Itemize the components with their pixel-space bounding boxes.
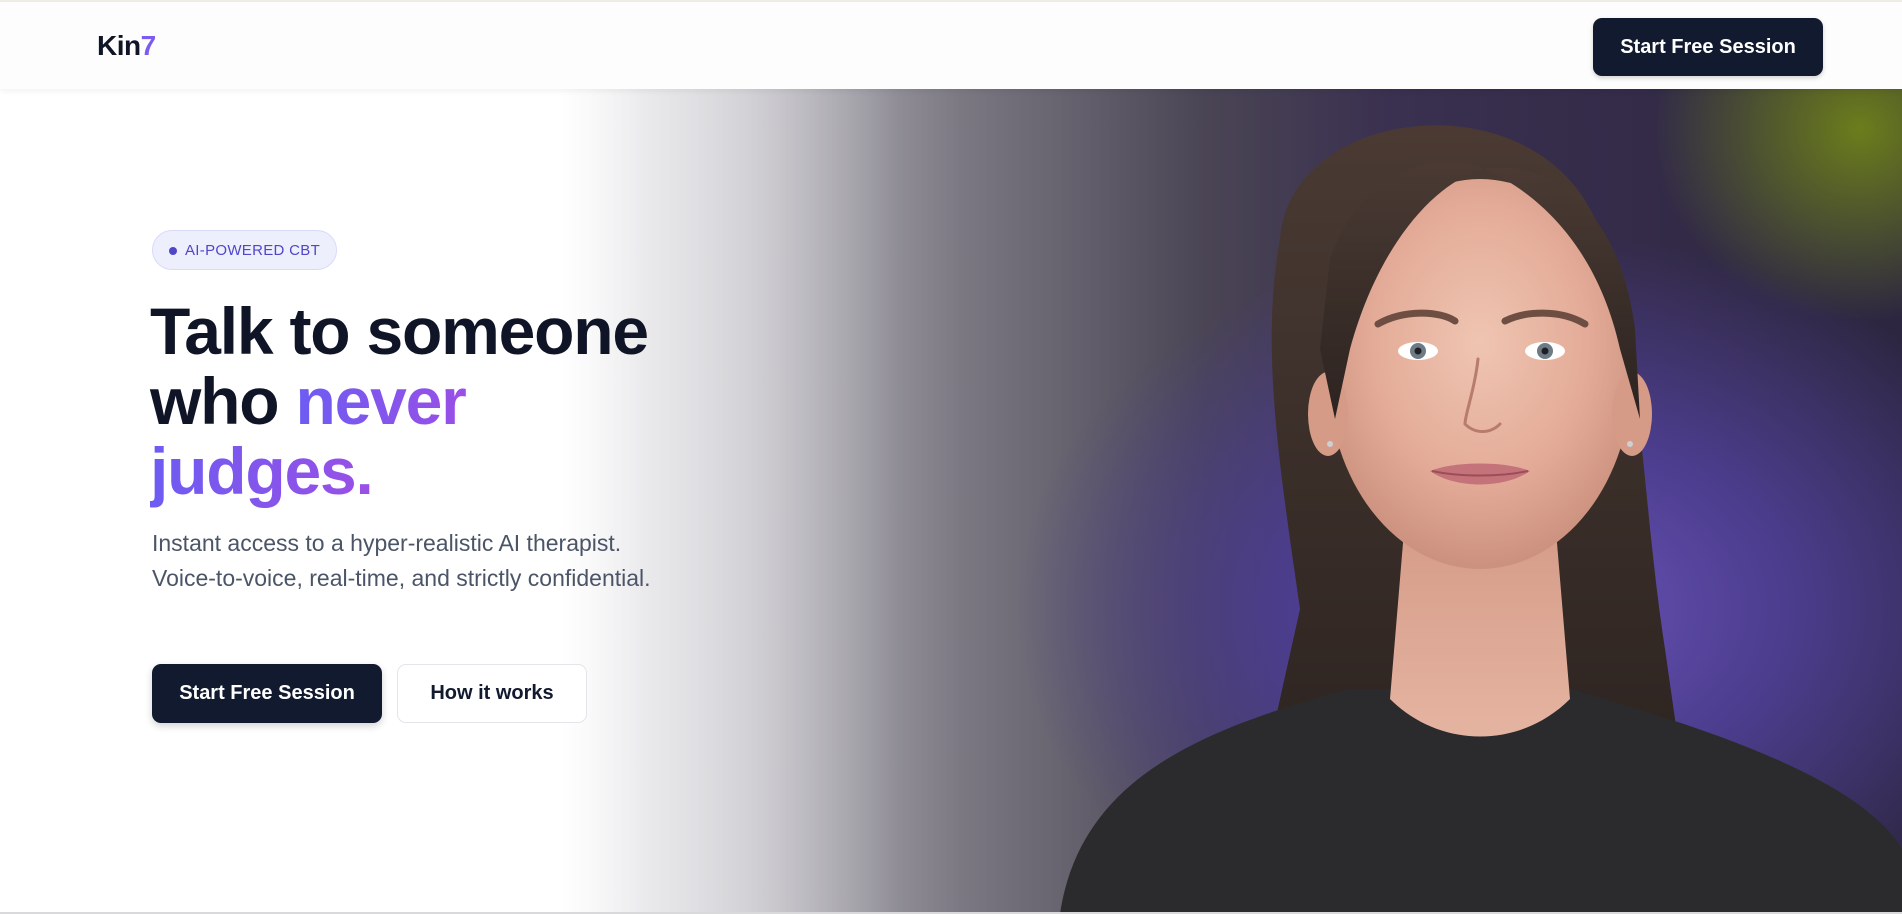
headline-highlight-never: never: [295, 364, 467, 438]
top-navbar: Kin7 Start Free Session: [0, 0, 1902, 89]
headline-line-1: Talk to someone: [150, 294, 649, 368]
logo-accent: 7: [140, 30, 157, 61]
badge-label: AI-POWERED CBT: [185, 241, 321, 259]
dot-icon: [169, 247, 177, 255]
start-free-session-button[interactable]: Start Free Session: [152, 664, 382, 723]
headline-line-2-plain: who: [150, 364, 296, 438]
hero-portrait-image: [560, 89, 1902, 914]
hero-headline: Talk to someone who never judges.: [150, 296, 710, 506]
hero-subtext: Instant access to a hyper-realistic AI t…: [152, 530, 651, 591]
ai-powered-badge: AI-POWERED CBT: [152, 230, 338, 270]
brand-logo[interactable]: Kin7: [97, 30, 156, 62]
nav-start-session-button[interactable]: Start Free Session: [1593, 18, 1823, 76]
how-it-works-button[interactable]: How it works: [397, 664, 587, 723]
landing-page: Kin7 Start Free Session AI-POWERED CBT T…: [0, 0, 1902, 914]
logo-text: Kin: [97, 30, 141, 61]
headline-highlight-judges: judges.: [150, 434, 374, 508]
